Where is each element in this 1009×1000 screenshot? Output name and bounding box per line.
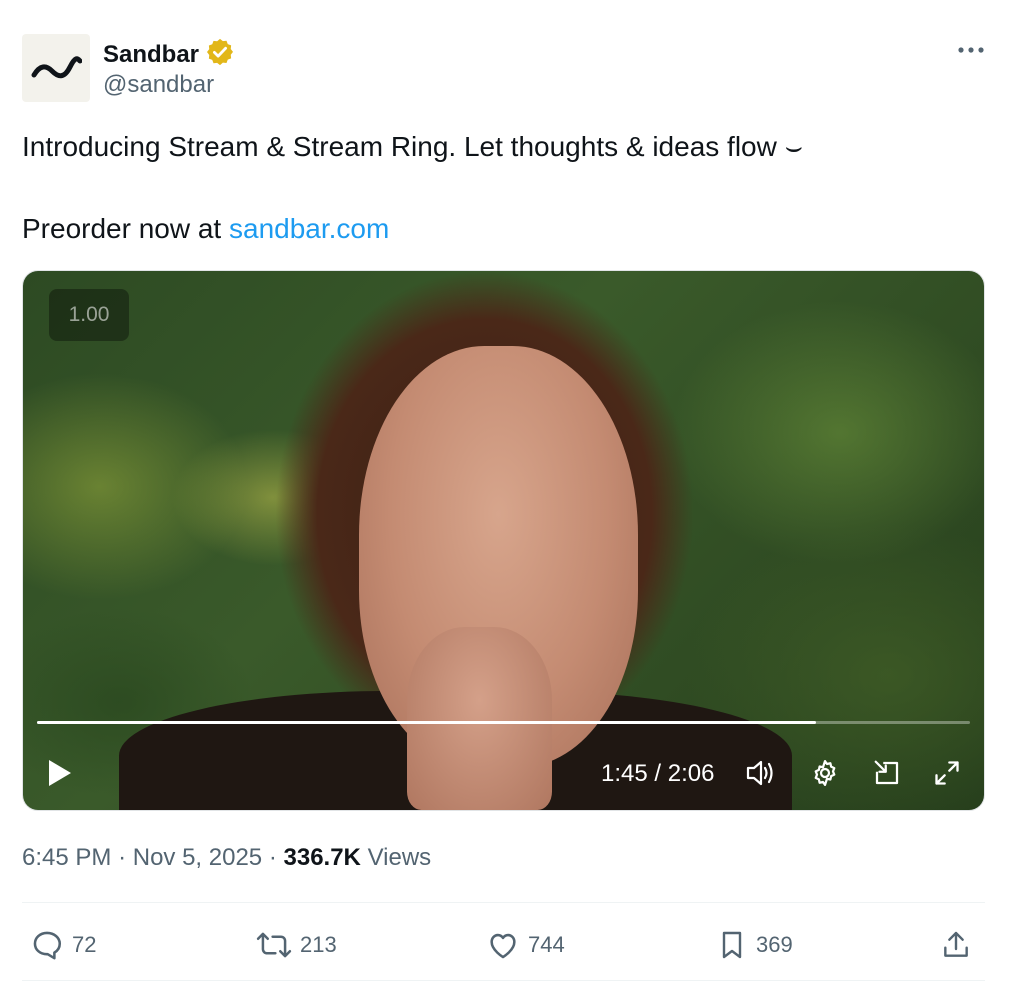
tweet-actions-bar: 72 213 744 369: [22, 920, 985, 968]
video-time-display: 1:45 / 2:06: [601, 760, 715, 787]
reply-count: 72: [72, 932, 97, 957]
author-display-name[interactable]: Sandbar: [103, 41, 199, 69]
video-player[interactable]: 1.00 1:45 / 2:06: [22, 270, 985, 811]
reply-icon: [33, 931, 62, 960]
tweet-date[interactable]: Nov 5, 2025: [133, 844, 262, 871]
repost-button[interactable]: 213: [256, 928, 337, 962]
preorder-text: Preorder now at: [22, 213, 229, 244]
sandbar-link[interactable]: sandbar.com: [229, 213, 389, 244]
tweet-text-line2: Preorder now at sandbar.com: [22, 210, 389, 248]
playback-speed-badge[interactable]: 1.00: [49, 289, 129, 341]
fullscreen-expand-icon: [935, 761, 959, 785]
tweet-time[interactable]: 6:45 PM: [22, 844, 111, 871]
views-label: Views: [367, 844, 432, 871]
views-count: 336.7K: [283, 844, 361, 871]
tweet-meta: 6:45 PM · Nov 5, 2025 · 336.7K Views: [22, 843, 431, 873]
reply-button[interactable]: 72: [30, 928, 96, 962]
like-count: 744: [528, 932, 565, 957]
meta-separator: ·: [118, 844, 133, 871]
volume-icon: [746, 760, 773, 786]
tweet-text-line1: Introducing Stream & Stream Ring. Let th…: [22, 131, 804, 162]
bookmark-icon: [722, 931, 742, 959]
verified-badge-icon: [205, 37, 235, 72]
share-icon: [944, 931, 968, 957]
bookmark-button[interactable]: 369: [716, 928, 793, 962]
gear-icon: [814, 760, 836, 786]
avatar[interactable]: [22, 34, 90, 102]
video-progress-fill: [37, 721, 817, 724]
volume-button[interactable]: [745, 757, 777, 789]
video-progress-bar[interactable]: [37, 721, 970, 724]
settings-button[interactable]: [809, 757, 841, 789]
repost-count: 213: [300, 932, 337, 957]
heart-icon: [490, 933, 516, 959]
repost-icon: [256, 932, 292, 958]
more-options-icon[interactable]: [957, 40, 985, 60]
like-button[interactable]: 744: [486, 928, 565, 962]
play-button[interactable]: [47, 757, 77, 789]
divider-bottom: [22, 980, 985, 981]
meta-separator: ·: [268, 844, 284, 871]
sandbar-logo-icon: [31, 56, 82, 79]
play-icon: [49, 760, 71, 786]
bookmark-count: 369: [756, 932, 793, 957]
pip-icon: [874, 760, 899, 785]
author-name-row: Sandbar: [103, 37, 235, 72]
divider-top: [22, 902, 985, 903]
author-handle[interactable]: @sandbar: [103, 71, 214, 99]
share-button[interactable]: [940, 928, 972, 962]
video-frame-hand: [407, 626, 552, 810]
fullscreen-button[interactable]: [931, 757, 963, 789]
picture-in-picture-button[interactable]: [871, 757, 903, 789]
